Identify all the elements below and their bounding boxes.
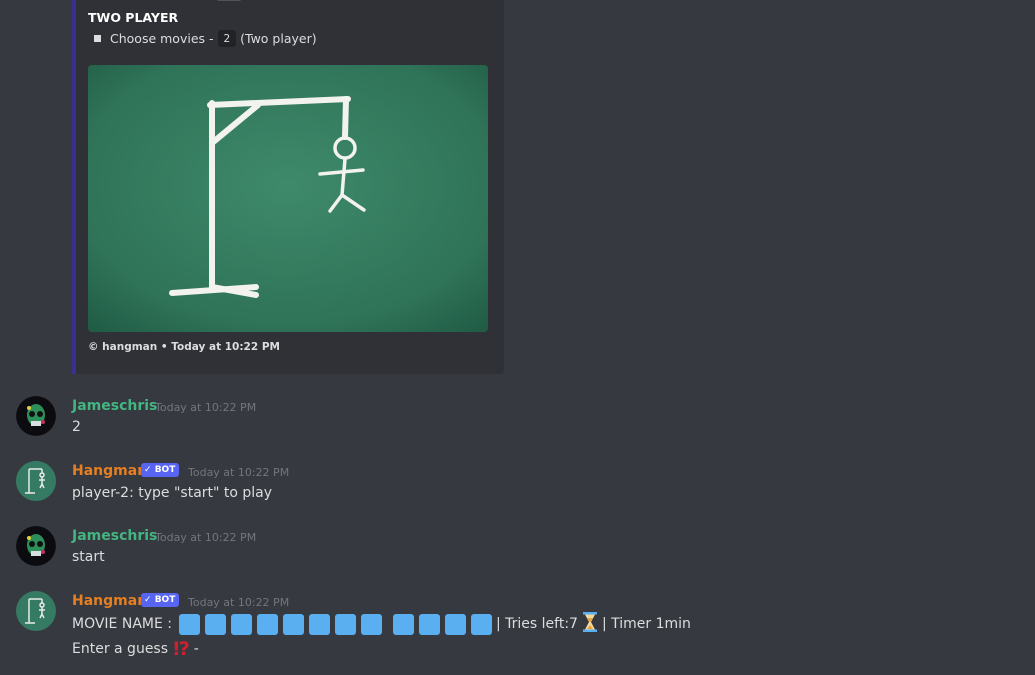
timer-text: | Timer 1min bbox=[601, 616, 691, 632]
blank-letter-tile bbox=[393, 613, 414, 635]
author-name[interactable]: Jameschris bbox=[72, 398, 157, 414]
guess-prompt-line: Enter a guess !? - bbox=[72, 638, 199, 660]
blank-letter-tile bbox=[205, 613, 226, 635]
movie-label: MOVIE NAME : bbox=[72, 616, 172, 632]
embed-line-suffix: (Two player) bbox=[240, 31, 317, 46]
blank-letter-tile bbox=[179, 613, 200, 635]
blank-letter-tile bbox=[335, 613, 356, 635]
avatar[interactable] bbox=[16, 526, 56, 566]
blank-letter-tile bbox=[445, 613, 466, 635]
avatar[interactable] bbox=[16, 591, 56, 631]
verified-check-icon: ✓ bbox=[144, 465, 155, 475]
interrobang-icon: !? bbox=[172, 638, 190, 660]
blank-letter-tile bbox=[471, 613, 492, 635]
timestamp: Today at 10:22 PM bbox=[155, 531, 257, 544]
embed-line-prefix: Choose movies - bbox=[110, 31, 214, 46]
timestamp: Today at 10:22 PM bbox=[155, 401, 257, 414]
blank-letter-tile bbox=[361, 613, 382, 635]
message-text: 2 bbox=[72, 419, 81, 435]
blank-letter-tile bbox=[419, 613, 440, 635]
inline-code: 2 bbox=[217, 30, 237, 47]
author-name[interactable]: Hangman bbox=[72, 593, 147, 609]
hangman-chalkboard-image[interactable] bbox=[88, 65, 488, 332]
embed-footer: © hangman • Today at 10:22 PM bbox=[88, 341, 280, 353]
message-text: player-2: type "start" to play bbox=[72, 485, 273, 501]
author-name[interactable]: Hangman bbox=[72, 463, 147, 479]
blank-letter-tile bbox=[283, 613, 304, 635]
timestamp: Today at 10:22 PM bbox=[188, 596, 290, 609]
blank-letter-tile bbox=[257, 613, 278, 635]
embed-field-line: Choose movies - 2 (Two player) bbox=[94, 30, 317, 47]
tries-left: | Tries left:7 bbox=[496, 616, 578, 632]
verified-check-icon: ✓ bbox=[144, 595, 155, 605]
bot-tag-label: BOT bbox=[154, 465, 176, 475]
blank-letter-tile bbox=[309, 613, 330, 635]
embed-card: TWO PLAYER Choose movies - 2 (Two player… bbox=[72, 0, 504, 374]
bullet-icon bbox=[94, 35, 101, 42]
guess-suffix: - bbox=[193, 641, 199, 657]
embed-top-chip bbox=[217, 0, 241, 1]
message-text: start bbox=[72, 549, 105, 565]
bot-tag-label: BOT bbox=[154, 595, 176, 605]
bot-tag: ✓ BOT bbox=[141, 593, 180, 607]
author-name[interactable]: Jameschris bbox=[72, 528, 157, 544]
bot-tag: ✓ BOT bbox=[141, 463, 180, 477]
embed-title: TWO PLAYER bbox=[88, 10, 179, 25]
guess-prompt: Enter a guess bbox=[72, 641, 169, 657]
timestamp: Today at 10:22 PM bbox=[188, 466, 290, 479]
blank-letter-tile bbox=[231, 613, 252, 635]
avatar[interactable] bbox=[16, 396, 56, 436]
avatar[interactable] bbox=[16, 461, 56, 501]
movie-name-line: MOVIE NAME : | Tries left:7 | Timer 1min bbox=[72, 612, 691, 636]
hourglass-icon bbox=[582, 612, 598, 636]
